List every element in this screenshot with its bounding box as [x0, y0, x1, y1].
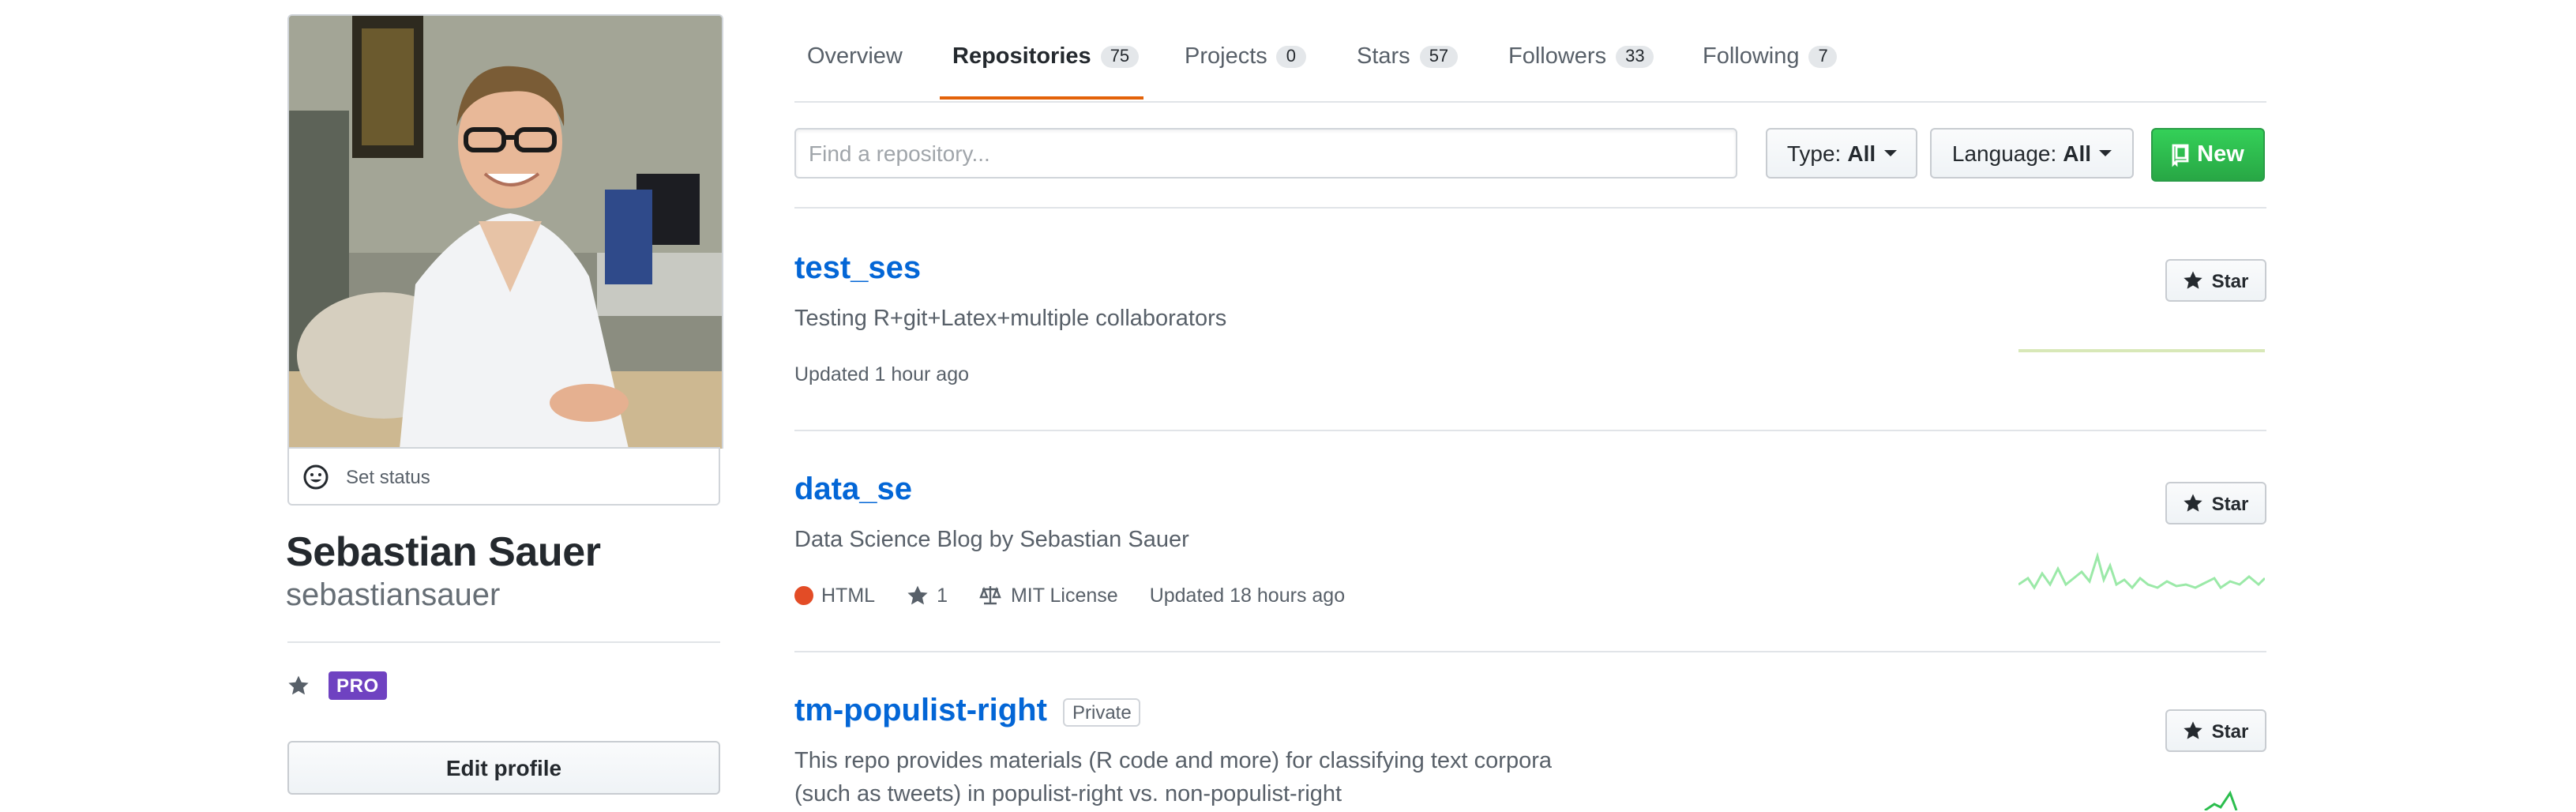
repo-icon: [2172, 143, 2189, 167]
tab-label: Overview: [807, 44, 903, 70]
star-icon: [2184, 494, 2203, 512]
tab-count: 57: [1419, 46, 1459, 68]
star-icon[interactable]: [287, 675, 310, 697]
smiley-icon: [302, 462, 330, 491]
license-label: MIT License: [1010, 585, 1118, 607]
type-filter-dropdown[interactable]: Type: All: [1766, 128, 1917, 179]
profile-page: Set status Sebastian Sauer sebastiansaue…: [0, 0, 2576, 810]
new-repository-button[interactable]: New: [2151, 128, 2265, 182]
repo-name-link[interactable]: test_ses: [794, 251, 921, 288]
repo-stargazers-link[interactable]: 1: [907, 585, 948, 607]
new-button-label: New: [2197, 142, 2244, 167]
divider: [287, 641, 720, 643]
law-icon: [979, 586, 1001, 605]
tab-count: 33: [1616, 46, 1654, 68]
star-button[interactable]: Star: [2165, 482, 2266, 524]
repo-name-link[interactable]: data_se: [794, 472, 912, 509]
star-count: 1: [937, 585, 948, 607]
repo-description: Data Science Blog by Sebastian Sauer: [794, 528, 1189, 553]
tab-following[interactable]: Following 7: [1703, 44, 1838, 70]
tab-repositories[interactable]: Repositories 75: [952, 44, 1140, 70]
star-button[interactable]: Star: [2165, 709, 2266, 752]
type-filter-label: Type:: [1786, 141, 1842, 166]
star-icon: [2184, 271, 2203, 289]
tab-count: 0: [1276, 46, 1306, 68]
profile-tabs: Overview Repositories 75 Projects 0 Star…: [794, 0, 2266, 103]
activity-sparkline: [2204, 790, 2238, 810]
tab-followers[interactable]: Followers 33: [1508, 44, 1654, 70]
find-repository-input[interactable]: [794, 128, 1737, 179]
tab-count: 75: [1100, 46, 1140, 68]
repo-updated: Updated 18 hours ago: [1149, 585, 1346, 607]
edit-profile-button[interactable]: Edit profile: [287, 741, 720, 795]
tab-projects[interactable]: Projects 0: [1185, 44, 1306, 70]
language-color-dot: [794, 586, 813, 605]
language-filter-label: Language:: [1951, 141, 2057, 166]
pro-badge[interactable]: PRO: [329, 671, 387, 700]
profile-login: sebastiansauer: [286, 578, 501, 613]
badge-row: PRO: [287, 671, 387, 700]
star-button-label: Star: [2211, 720, 2249, 742]
repo-description: This repo provides materials (R code and…: [794, 749, 1552, 807]
language-filter-value: All: [2063, 141, 2092, 166]
set-status-label: Set status: [346, 465, 430, 487]
star-button-label: Star: [2211, 492, 2249, 514]
tab-overview[interactable]: Overview: [807, 44, 903, 70]
tab-count: 7: [1808, 46, 1838, 68]
type-filter-value: All: [1847, 141, 1876, 166]
tab-label: Projects: [1185, 44, 1267, 70]
repo-updated: Updated 1 hour ago: [794, 363, 970, 385]
star-button-label: Star: [2211, 269, 2249, 291]
repo-name-link[interactable]: tm-populist-right: [794, 694, 1047, 730]
tab-label: Following: [1703, 44, 1800, 70]
avatar[interactable]: [287, 14, 723, 449]
repo-description: Testing R+git+Latex+multiple collaborato…: [794, 306, 1227, 332]
active-tab-indicator: [940, 96, 1143, 100]
tab-label: Repositories: [952, 44, 1091, 70]
tab-label: Stars: [1357, 44, 1410, 70]
tab-label: Followers: [1508, 44, 1607, 70]
repo-meta: Updated 1 hour ago: [794, 363, 1001, 385]
activity-sparkline: [2018, 551, 2265, 590]
caret-down-icon: [2099, 150, 2112, 156]
divider: [794, 651, 2266, 652]
star-button[interactable]: Star: [2165, 259, 2266, 302]
star-icon: [907, 585, 928, 605]
profile-full-name: Sebastian Sauer: [286, 528, 601, 575]
private-label: Private: [1063, 698, 1141, 727]
divider: [794, 207, 2266, 209]
set-status-button[interactable]: Set status: [287, 447, 720, 506]
language-filter-dropdown[interactable]: Language: All: [1930, 128, 2134, 179]
repo-meta: HTML 1 MIT License Updated 18 hours ago: [794, 585, 1376, 607]
repo-license: MIT License: [979, 585, 1118, 607]
activity-sparkline: [2018, 349, 2265, 352]
caret-down-icon: [1883, 150, 1897, 156]
tab-stars[interactable]: Stars 57: [1357, 44, 1459, 70]
repo-language: HTML: [794, 585, 875, 607]
divider: [794, 430, 2266, 431]
star-icon: [2184, 721, 2203, 739]
language-label: HTML: [821, 585, 876, 607]
